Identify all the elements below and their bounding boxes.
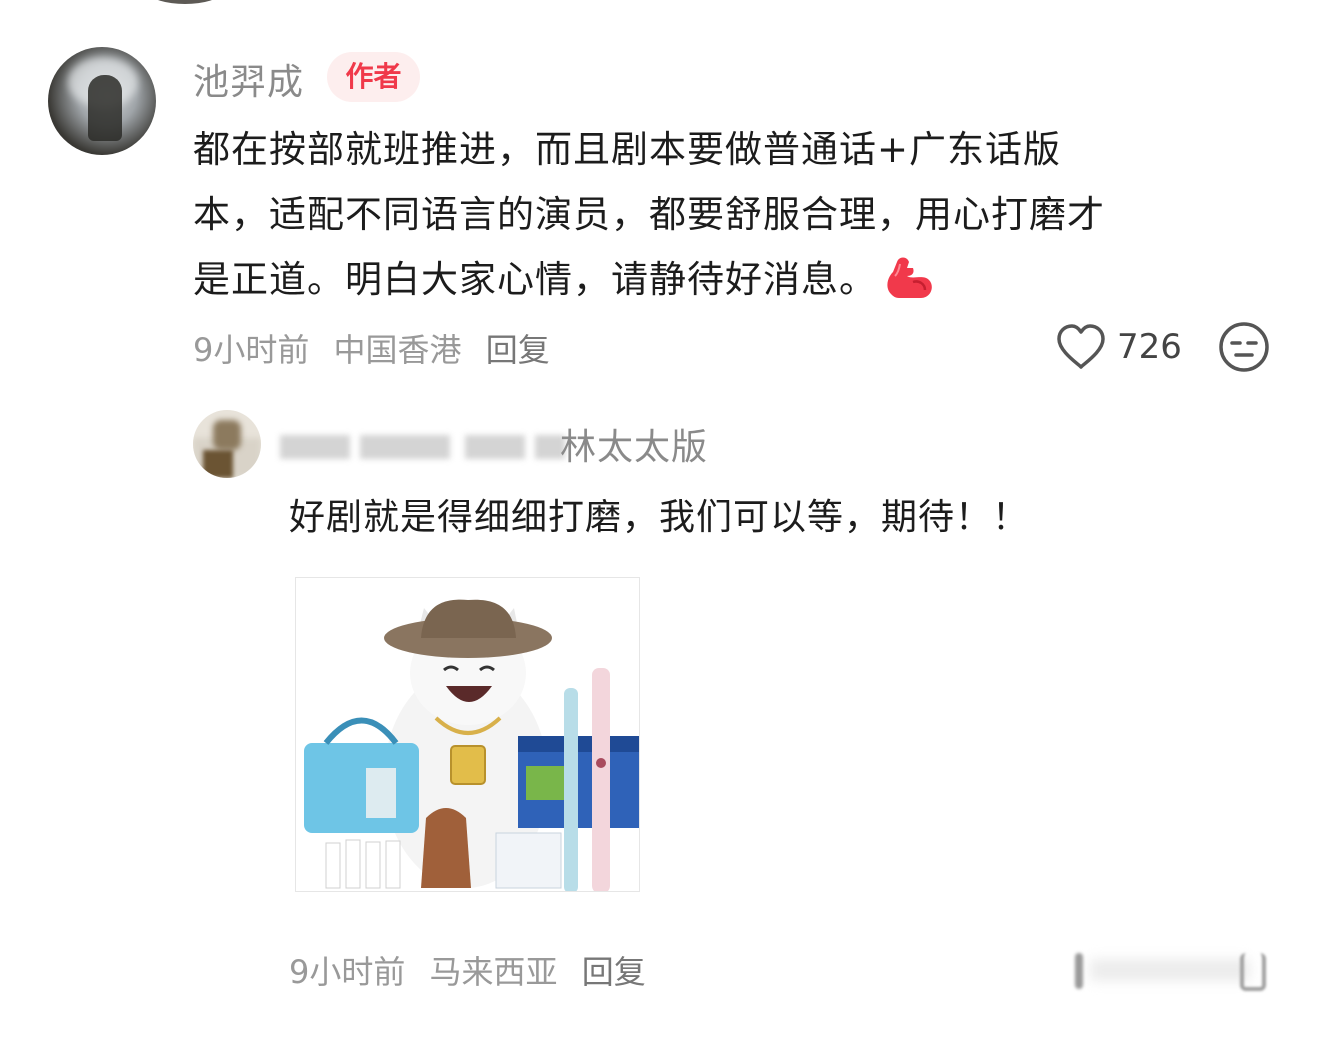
reply-location: 马来西亚 xyxy=(429,953,558,991)
previous-avatar-edge xyxy=(150,0,220,4)
dislike-face-icon[interactable] xyxy=(1218,321,1270,373)
author-badge: 作者 xyxy=(327,52,420,102)
like-count: 726 xyxy=(1117,327,1182,367)
comment-line-3-text: 是正道。明白大家心情，请静待好消息。 xyxy=(193,258,877,301)
comment-line-2: 本，适配不同语言的演员，都要舒服合理，用心打磨才 xyxy=(193,193,1105,236)
avatar-blur xyxy=(213,420,241,450)
reply-reply-button[interactable]: 回复 xyxy=(582,953,646,991)
author-avatar[interactable] xyxy=(48,47,156,155)
heart-icon xyxy=(1057,324,1105,369)
reply-body: 好剧就是得细细打磨，我们可以等，期待！！ xyxy=(289,497,1030,538)
comment-line-1: 都在按部就班推进，而且剧本要做普通话+广东话版 xyxy=(193,128,1062,171)
avatar-blur xyxy=(203,450,233,478)
reply-button[interactable]: 回复 xyxy=(486,331,550,369)
reply-actions-blurred[interactable] xyxy=(1050,945,1280,995)
comment-meta: 9小时前 中国香港 回复 xyxy=(193,325,564,371)
reply-author-name[interactable]: 林太太版 xyxy=(560,418,708,470)
reply-avatar[interactable] xyxy=(193,410,261,478)
author-name[interactable]: 池羿成 xyxy=(193,53,304,105)
avatar-figure xyxy=(88,75,122,141)
comment-line-3: 是正道。明白大家心情，请静待好消息。 xyxy=(193,247,1223,312)
reply-time: 9小时前 xyxy=(289,953,406,991)
like-button[interactable]: 726 xyxy=(1055,322,1182,372)
comment-body: 都在按部就班推进，而且剧本要做普通话+广东话版 本，适配不同语言的演员，都要舒服… xyxy=(193,117,1223,312)
flexed-biceps-icon xyxy=(883,254,935,300)
comment-time: 9小时前 xyxy=(193,331,310,369)
reply-meta: 9小时前 马来西亚 回复 xyxy=(289,947,660,993)
comment-location: 中国香港 xyxy=(333,331,462,369)
cat-meme-image[interactable] xyxy=(295,577,640,892)
reply-name-redacted xyxy=(280,425,570,467)
